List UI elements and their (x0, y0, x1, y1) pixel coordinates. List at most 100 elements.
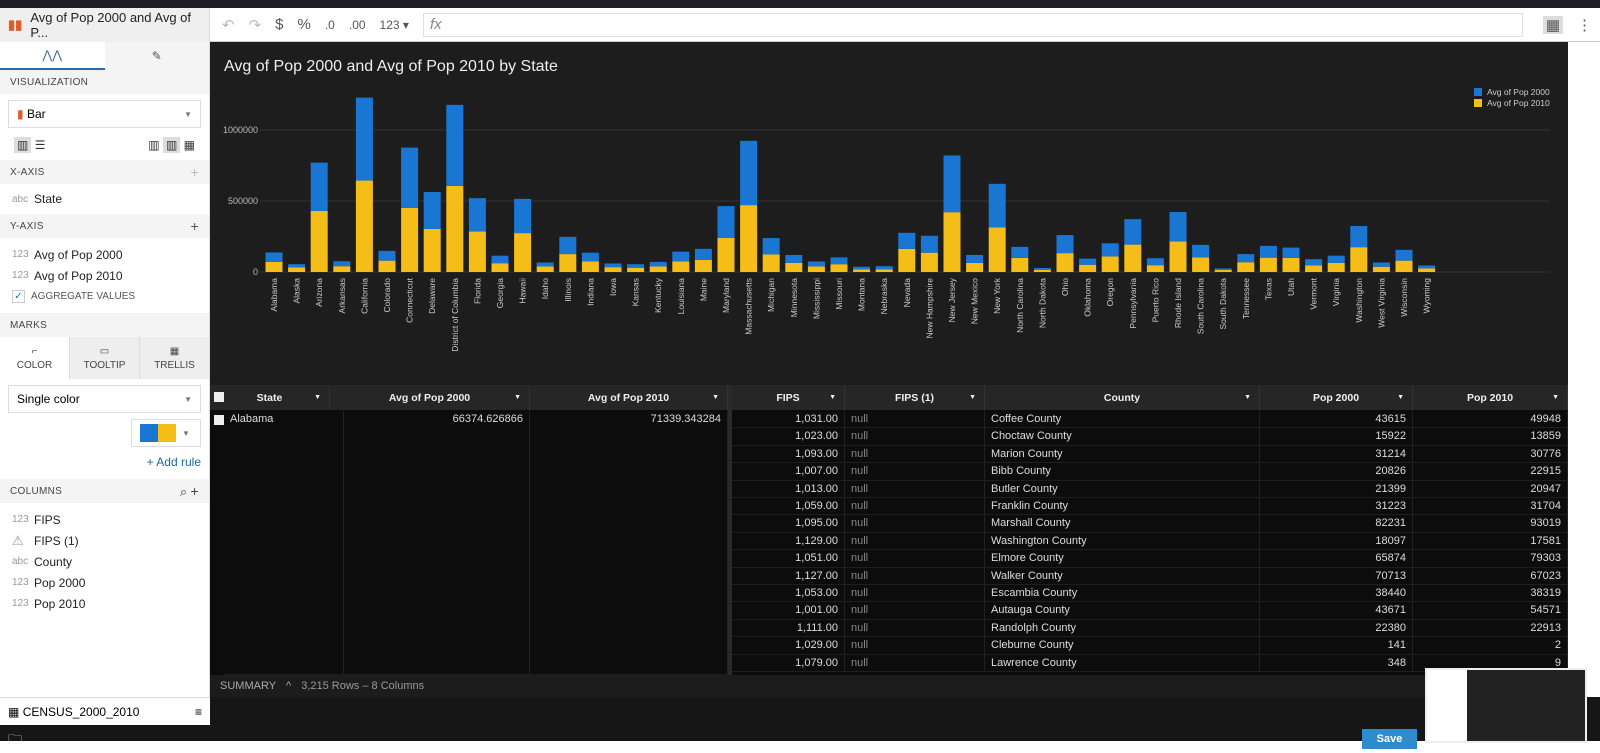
bar-pop-2000 (830, 257, 848, 265)
column-header[interactable]: Avg of Pop 2010 ▼ (530, 385, 728, 410)
bar-pop-2010 (807, 266, 825, 272)
chevron-down-icon[interactable]: ▼ (969, 394, 976, 401)
column-item[interactable]: 123 FIPS (0, 509, 209, 530)
y-axis-field[interactable]: 123 Avg of Pop 2010 (0, 265, 209, 286)
grouped-bar-icon[interactable]: ▥ (148, 138, 159, 152)
redo-icon[interactable]: ↷ (249, 16, 262, 34)
type-label: 123 (12, 598, 29, 609)
chevron-down-icon[interactable]: ▼ (1244, 394, 1251, 401)
table-cell: Choctaw County (985, 428, 1260, 446)
table-cell: Washington County (985, 532, 1260, 551)
column-header[interactable]: Pop 2000 ▼ (1260, 385, 1413, 410)
collapse-icon[interactable] (214, 415, 224, 425)
column-header[interactable]: Avg of Pop 2000 ▼ (330, 385, 530, 410)
vertical-bar-icon[interactable]: ▥ (14, 137, 32, 153)
bar-pop-2000 (514, 198, 532, 234)
formula-bar[interactable]: fx (422, 12, 1523, 37)
chevron-up-icon[interactable]: ^ (286, 680, 291, 692)
bar-pop-2000 (966, 254, 984, 263)
add-icon[interactable]: + (191, 483, 199, 499)
search-icon[interactable]: ⌕ (180, 484, 188, 499)
element-title[interactable]: Avg of Pop 2000 and Avg of P... (30, 10, 209, 40)
column-header[interactable]: FIPS (1) ▼ (845, 385, 985, 410)
color-palette-picker[interactable]: ▼ (131, 419, 201, 447)
decrease-decimals-button[interactable]: .0 (325, 18, 335, 32)
column-header[interactable]: FIPS ▼ (732, 385, 845, 410)
table-cell: 22380 (1260, 619, 1413, 638)
bar-pop-2000 (1418, 265, 1436, 269)
number-format-dropdown[interactable]: 123 ▾ (380, 18, 409, 32)
header-label: Pop 2010 (1466, 391, 1514, 404)
column-item[interactable]: ⚠ FIPS (1) (0, 530, 209, 551)
table-cell: Butler County (985, 480, 1260, 498)
table-view-icon[interactable]: ▦ (1542, 15, 1563, 34)
x-tick-label: Wyoming (1422, 278, 1432, 314)
bar-chart-icon: ▮ (17, 107, 24, 121)
table-cell: 13859 (1413, 428, 1568, 446)
folder-icon[interactable]: 🗀 (8, 729, 22, 753)
dataset-bar[interactable]: ▦ CENSUS_2000_2010 ≡ (0, 697, 210, 725)
aggregate-checkbox[interactable]: ✓ AGGREGATE VALUES (0, 286, 209, 307)
column-header[interactable]: State ▼ (210, 385, 330, 410)
x-tick-label: Alabama (269, 278, 279, 312)
column-name: County (34, 554, 73, 569)
legend-swatch (1474, 88, 1482, 96)
more-options-icon[interactable]: ⋮ (1577, 16, 1600, 34)
table-cell: 65874 (1260, 550, 1413, 568)
section-label: COLUMNS (10, 485, 63, 497)
warning-icon: ⚠ (12, 532, 24, 548)
x-tick-label: Michigan (766, 278, 776, 312)
100-stacked-bar-icon[interactable]: ▦ (184, 138, 195, 152)
currency-button[interactable]: $ (275, 16, 283, 33)
y-axis-field[interactable]: 123 Avg of Pop 2000 (0, 244, 209, 265)
add-icon[interactable]: + (191, 164, 199, 180)
collapse-icon[interactable] (214, 392, 224, 402)
x-tick-label: Colorado (382, 278, 392, 313)
chevron-down-icon[interactable]: ▼ (514, 394, 521, 401)
column-item[interactable]: 123 Pop 2010 (0, 593, 209, 614)
table-cell: Coffee County (985, 411, 1260, 429)
column-header[interactable]: County ▼ (985, 385, 1260, 410)
bar-pop-2010 (581, 261, 599, 272)
tab-color[interactable]: ⌐ COLOR (0, 337, 69, 379)
bar-pop-2010 (1237, 262, 1255, 272)
tab-trellis[interactable]: ▦ TRELLIS (139, 337, 209, 379)
x-tick-label: Texas (1263, 278, 1273, 300)
screenshot-thumbnail[interactable] (1425, 668, 1587, 743)
bar-pop-2010 (1146, 265, 1164, 272)
horizontal-bar-icon[interactable]: ☰ (35, 138, 46, 152)
list-icon[interactable]: ≡ (195, 705, 202, 719)
bar-pop-2000 (807, 261, 825, 267)
chevron-down-icon[interactable]: ▼ (712, 394, 719, 401)
bar-pop-2000 (1079, 258, 1097, 265)
chevron-down-icon[interactable]: ▼ (1397, 394, 1404, 401)
bar-pop-2010 (694, 259, 712, 272)
bar-pop-2000 (1237, 254, 1255, 263)
percent-button[interactable]: % (298, 16, 311, 33)
bar-pop-2000 (898, 232, 916, 249)
save-button[interactable]: Save (1362, 729, 1417, 749)
increase-decimals-button[interactable]: .00 (349, 18, 366, 32)
color-mode-select[interactable]: Single color ▼ (8, 385, 201, 413)
column-item[interactable]: 123 Pop 2000 (0, 572, 209, 593)
tab-tooltip[interactable]: ▭ TOOLTIP (69, 337, 139, 379)
chevron-down-icon[interactable]: ▼ (829, 394, 836, 401)
summary-bar[interactable]: SUMMARY ^ 3,215 Rows – 8 Columns (210, 675, 1568, 697)
header-label: State (256, 391, 283, 404)
undo-icon[interactable]: ↶ (222, 16, 235, 34)
add-icon[interactable]: + (191, 218, 199, 234)
tab-chart-config[interactable]: ⋀⋀ (0, 42, 105, 70)
tab-format[interactable]: ✎ (105, 42, 210, 70)
table-cell: Cleburne County (985, 637, 1260, 655)
x-axis-field[interactable]: abc State (0, 184, 209, 214)
table-cell: 54571 (1413, 602, 1568, 620)
bar-pop-2000 (1033, 268, 1051, 271)
column-header[interactable]: Pop 2010 ▼ (1413, 385, 1568, 410)
column-item[interactable]: abc County (0, 551, 209, 572)
add-rule-link[interactable]: + Add rule (0, 447, 209, 477)
chart-type-select[interactable]: ▮ Bar ▼ (8, 100, 201, 128)
chevron-down-icon[interactable]: ▼ (314, 394, 321, 401)
stacked-bar-icon[interactable]: ▥ (162, 137, 181, 153)
chevron-down-icon[interactable]: ▼ (1552, 394, 1559, 401)
x-tick-label: Alaska (292, 278, 302, 304)
